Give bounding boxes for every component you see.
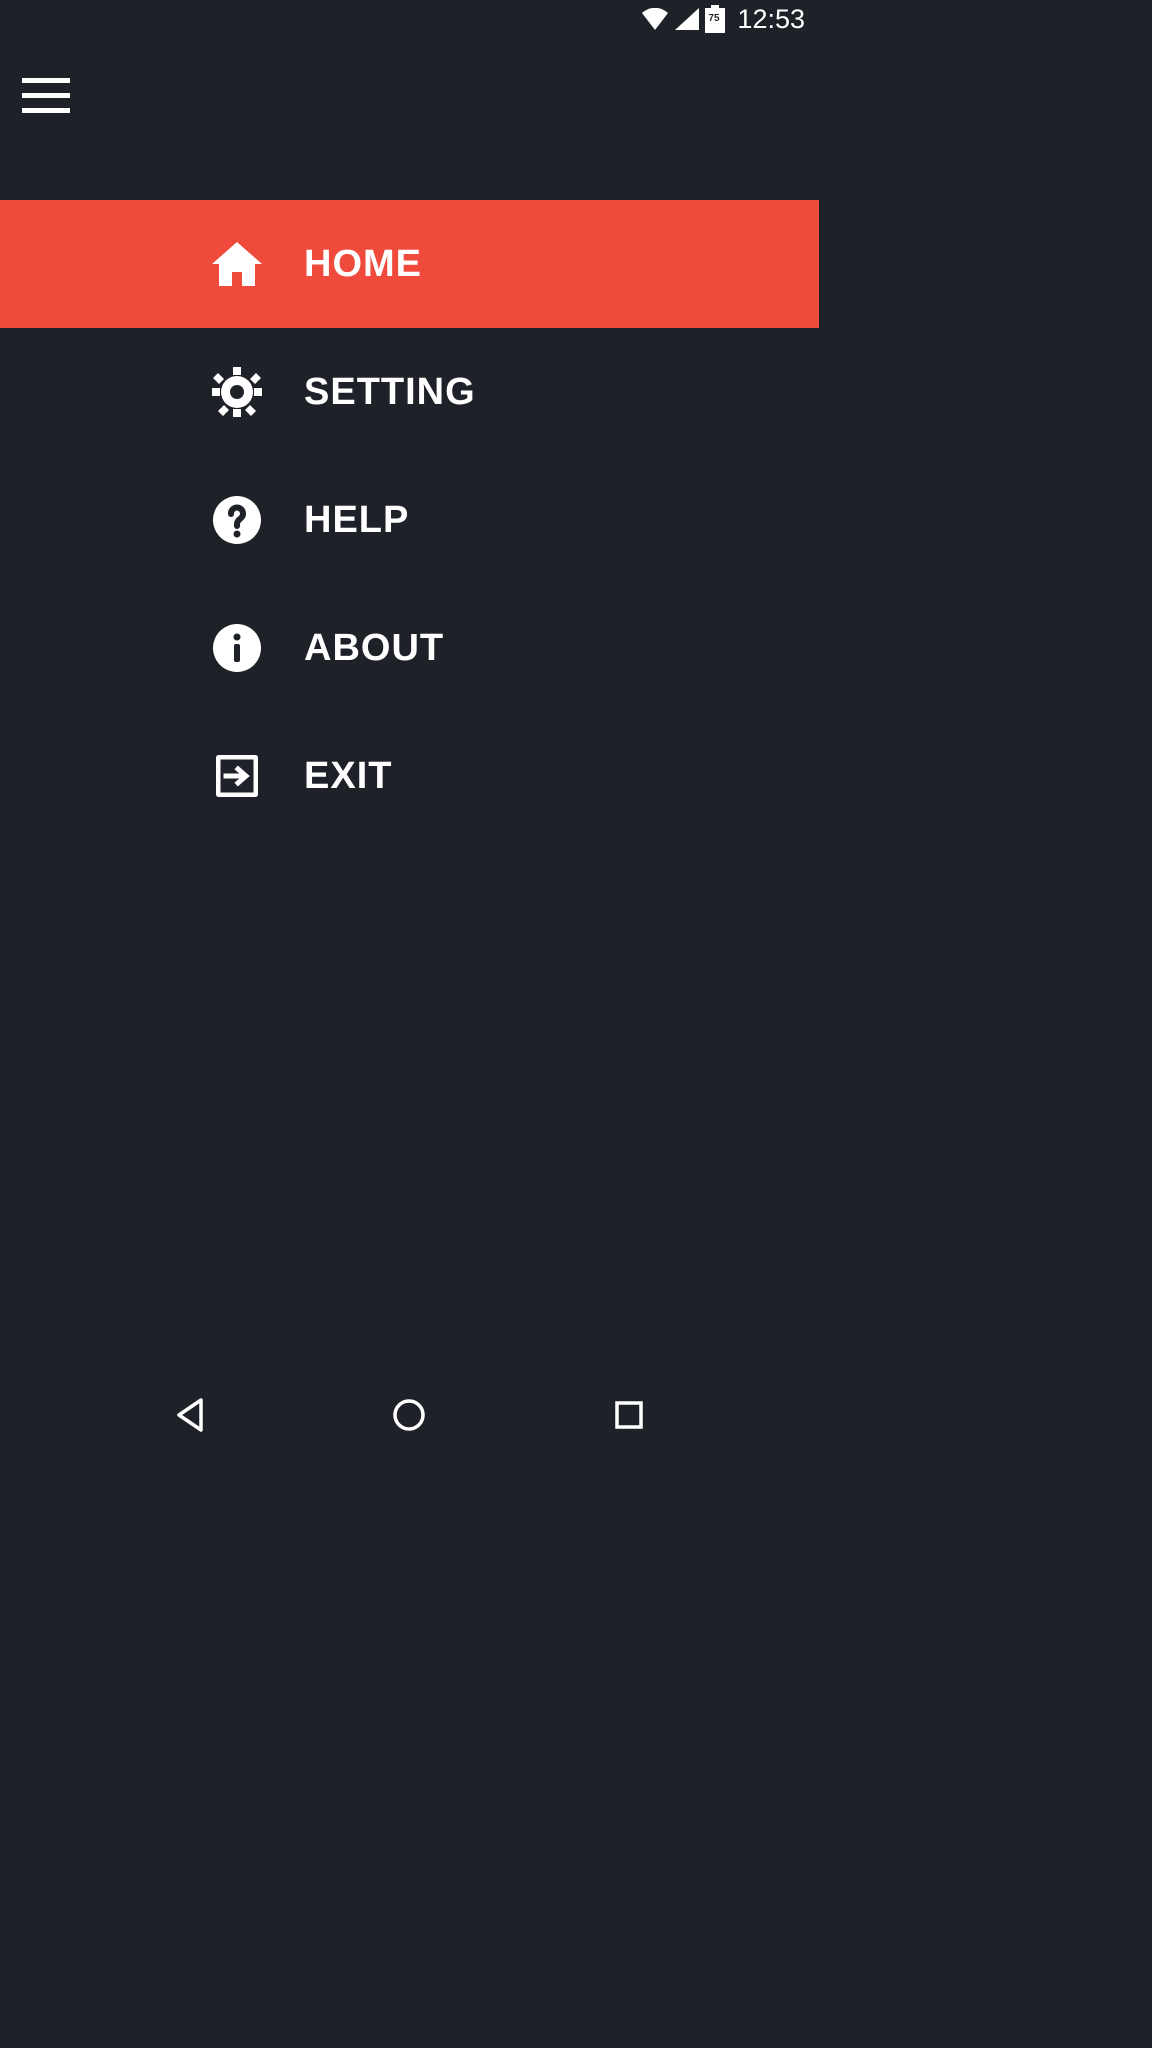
signal-icon <box>675 8 699 30</box>
menu-item-home[interactable]: Home <box>0 200 819 328</box>
app-bar <box>0 38 819 200</box>
menu-toggle-button[interactable] <box>22 78 70 113</box>
menu-label-help: Help <box>304 499 409 542</box>
back-icon <box>173 1398 207 1432</box>
nav-home-button[interactable] <box>385 1391 433 1439</box>
android-nav-bar <box>0 1374 819 1456</box>
info-icon <box>212 623 262 673</box>
menu-item-exit[interactable]: Exit <box>0 712 819 840</box>
nav-recent-button[interactable] <box>605 1391 653 1439</box>
gear-icon <box>212 367 262 417</box>
status-time: 12:53 <box>737 4 805 35</box>
wifi-icon <box>641 8 669 30</box>
menu-label-home: Home <box>304 243 422 286</box>
circle-icon <box>392 1398 426 1432</box>
menu-label-about: About <box>304 627 444 670</box>
help-icon <box>212 495 262 545</box>
battery-percent: 75 <box>708 13 719 24</box>
status-bar: 75 12:53 <box>0 0 819 38</box>
menu-item-about[interactable]: About <box>0 584 819 712</box>
menu-label-exit: Exit <box>304 755 392 798</box>
hamburger-icon <box>22 78 70 83</box>
menu-item-setting[interactable]: Setting <box>0 328 819 456</box>
battery-icon: 75 <box>705 5 725 33</box>
home-icon <box>212 239 262 289</box>
nav-back-button[interactable] <box>166 1391 214 1439</box>
menu-label-setting: Setting <box>304 371 476 414</box>
menu-item-help[interactable]: Help <box>0 456 819 584</box>
square-icon <box>614 1400 644 1430</box>
exit-icon <box>212 751 262 801</box>
navigation-menu: Home Setting Help About Exit <box>0 200 819 840</box>
